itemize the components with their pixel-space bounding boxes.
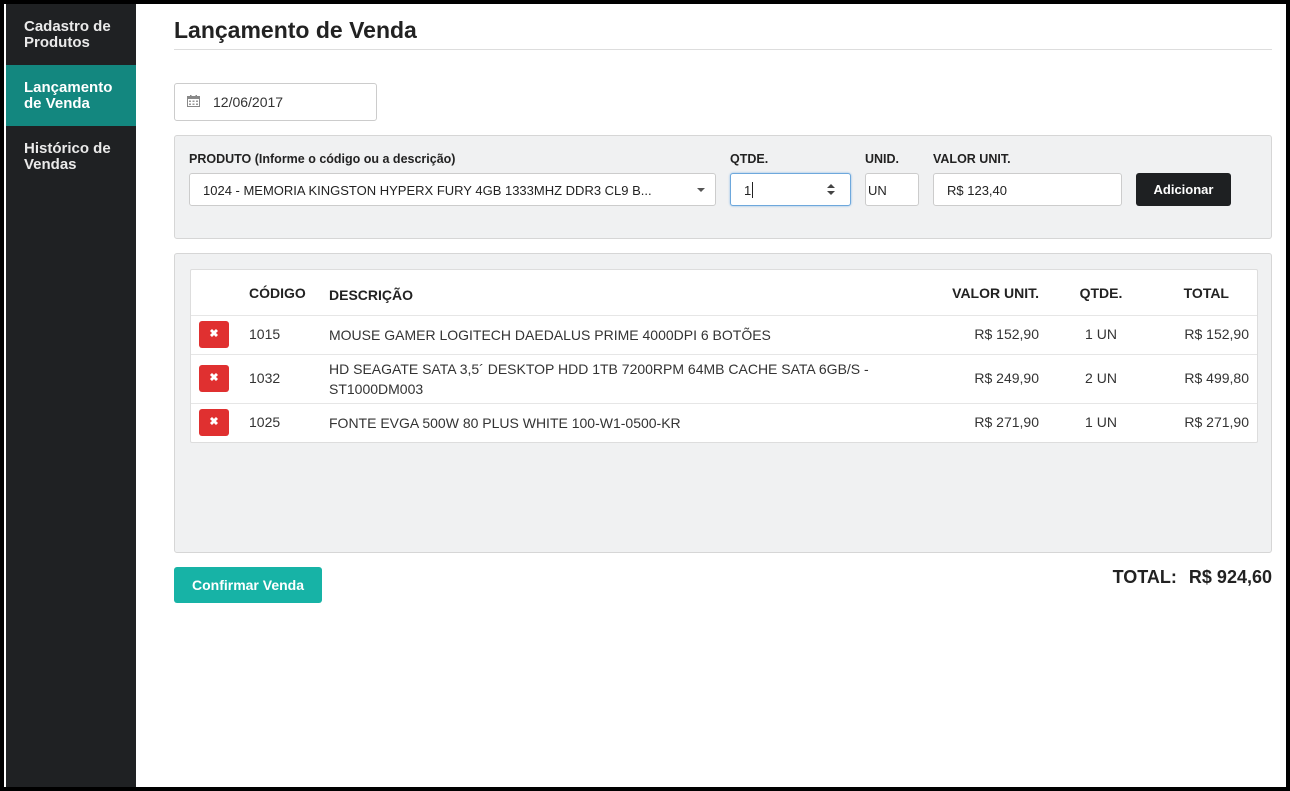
grand-total: TOTAL: R$ 924,60 — [1113, 567, 1272, 588]
header-description: DESCRIÇÃO — [329, 287, 414, 303]
delete-item-button[interactable]: ✖ — [199, 321, 229, 348]
grand-total-value: R$ 924,60 — [1188, 567, 1272, 587]
header-unit-price: VALOR UNIT. — [952, 285, 1039, 301]
delete-icon: ✖ — [209, 416, 219, 428]
row-unit-price: R$ 249,90 — [974, 370, 1039, 386]
row-description: HD SEAGATE SATA 3,5´ DESKTOP HDD 1TB 720… — [329, 361, 869, 397]
quantity-value: 1 — [744, 183, 752, 198]
row-total: R$ 271,90 — [1184, 414, 1249, 430]
add-button[interactable]: Adicionar — [1136, 173, 1231, 206]
row-code: 1025 — [249, 414, 281, 430]
sidebar: Cadastro de Produtos Lançamento de Venda… — [6, 4, 136, 787]
header-code: CÓDIGO — [249, 285, 306, 301]
unit-price-field[interactable]: R$ 123,40 — [933, 173, 1122, 206]
row-code: 1032 — [249, 370, 281, 386]
sidebar-item-cadastro-produtos[interactable]: Cadastro de Produtos — [6, 4, 136, 65]
sidebar-item-label: Vendas — [24, 156, 77, 173]
sidebar-item-label: Produtos — [24, 34, 90, 51]
grand-total-label: TOTAL: — [1112, 567, 1177, 587]
row-unit-price: R$ 271,90 — [974, 414, 1039, 430]
unit-label: UNID. — [865, 152, 900, 166]
table-header-row: CÓDIGO DESCRIÇÃO VALOR UNIT. QTDE. TOTAL — [191, 270, 1257, 315]
product-label: PRODUTO (Informe o código ou a descrição… — [189, 152, 456, 166]
qty-label: QTDE. — [730, 152, 769, 166]
header-quantity: QTDE. — [1079, 285, 1123, 301]
sidebar-item-label: Lançamento — [24, 79, 113, 96]
unit-field[interactable]: UN — [865, 173, 919, 206]
row-total: R$ 152,90 — [1184, 326, 1249, 342]
product-select-value: 1024 - MEMORIA KINGSTON HYPERX FURY 4GB … — [203, 183, 652, 198]
items-panel: CÓDIGO DESCRIÇÃO VALOR UNIT. QTDE. TOTAL… — [174, 253, 1272, 553]
table-row: ✖ 1032 HD SEAGATE SATA 3,5´ DESKTOP HDD … — [191, 354, 1257, 403]
product-form-panel: PRODUTO (Informe o código ou a descrição… — [174, 135, 1272, 239]
items-table: CÓDIGO DESCRIÇÃO VALOR UNIT. QTDE. TOTAL… — [190, 269, 1258, 443]
row-quantity: 1 UN — [1085, 414, 1117, 430]
delete-item-button[interactable]: ✖ — [199, 365, 229, 392]
sidebar-item-lancamento-venda[interactable]: Lançamento de Venda — [6, 65, 136, 126]
product-select[interactable]: 1024 - MEMORIA KINGSTON HYPERX FURY 4GB … — [189, 173, 716, 206]
confirm-sale-button[interactable]: Confirmar Venda — [174, 567, 322, 603]
delete-icon: ✖ — [209, 372, 219, 384]
row-total: R$ 499,80 — [1184, 370, 1249, 386]
date-value: 12/06/2017 — [213, 94, 284, 110]
main-content: Lançamento de Venda 12/06/2017 PRODUTO (… — [174, 4, 1272, 787]
table-row: ✖ 1025 FONTE EVGA 500W 80 PLUS WHITE 100… — [191, 403, 1257, 442]
spinner-arrows-icon[interactable] — [826, 182, 836, 197]
sidebar-item-label: de Venda — [24, 95, 90, 112]
row-quantity: 1 UN — [1085, 326, 1117, 342]
date-field[interactable]: 12/06/2017 — [174, 83, 377, 121]
sidebar-item-label: Cadastro de — [24, 18, 111, 35]
app-window: Cadastro de Produtos Lançamento de Venda… — [4, 4, 1286, 787]
quantity-input[interactable]: 1 — [730, 173, 851, 206]
sidebar-item-historico-vendas[interactable]: Histórico de Vendas — [6, 126, 136, 187]
table-row: ✖ 1015 MOUSE GAMER LOGITECH DAEDALUS PRI… — [191, 315, 1257, 354]
sidebar-item-label: Histórico de — [24, 140, 111, 157]
unit-price-value: R$ 123,40 — [947, 183, 1007, 198]
row-description: MOUSE GAMER LOGITECH DAEDALUS PRIME 4000… — [329, 327, 771, 343]
delete-item-button[interactable]: ✖ — [199, 409, 229, 436]
price-label: VALOR UNIT. — [933, 152, 1011, 166]
title-divider — [174, 49, 1272, 50]
chevron-down-icon — [697, 188, 705, 192]
unit-value: UN — [868, 183, 887, 198]
row-unit-price: R$ 152,90 — [974, 326, 1039, 342]
calendar-icon — [187, 95, 200, 107]
row-description: FONTE EVGA 500W 80 PLUS WHITE 100-W1-050… — [329, 415, 681, 431]
page-title: Lançamento de Venda — [174, 17, 417, 43]
row-code: 1015 — [249, 326, 281, 342]
header-total: TOTAL — [1183, 285, 1229, 301]
row-quantity: 2 UN — [1085, 370, 1117, 386]
delete-icon: ✖ — [209, 328, 219, 340]
text-cursor — [752, 182, 753, 198]
